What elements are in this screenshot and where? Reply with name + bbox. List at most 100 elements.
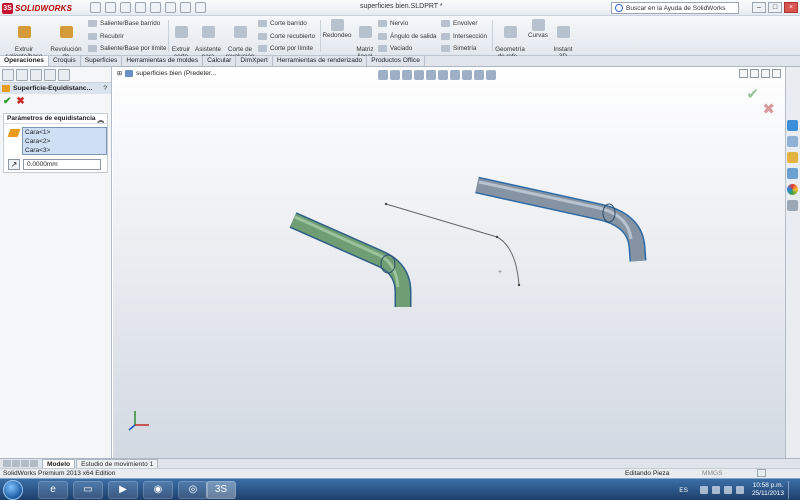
- loft-boss-button[interactable]: Recubrir: [88, 33, 124, 40]
- file-explorer-icon[interactable]: [787, 152, 798, 163]
- minimize-button[interactable]: –: [752, 2, 766, 13]
- confirmation-ok-icon[interactable]: ✔: [746, 85, 759, 103]
- list-item[interactable]: Cara<3>: [23, 146, 106, 155]
- wrap-button[interactable]: Envolver: [441, 20, 478, 27]
- print-icon[interactable]: [135, 2, 146, 13]
- chrome-icon[interactable]: ◎: [178, 481, 208, 499]
- ok-button[interactable]: ✔: [3, 96, 11, 107]
- viewport-restore-icon[interactable]: [750, 69, 759, 78]
- select-icon[interactable]: [165, 2, 176, 13]
- tab-herramientas-de-moldes[interactable]: Herramientas de moldes: [122, 56, 204, 66]
- feature-tree-flyout[interactable]: ⊞ superficies bien (Predeter...: [117, 70, 216, 77]
- mirror-button[interactable]: Simetría: [441, 45, 476, 52]
- model-geometry[interactable]: +: [113, 67, 785, 458]
- file-explorer-taskbar-icon[interactable]: ▭: [73, 481, 103, 499]
- solidworks-resources-icon[interactable]: [787, 120, 798, 131]
- first-tab-icon[interactable]: [3, 460, 11, 467]
- revolve-cut-button[interactable]: Corte de revolución: [224, 19, 256, 60]
- help-search-input[interactable]: Buscar en la Ayuda de SolidWorks: [611, 2, 739, 14]
- face-selection-list[interactable]: Cara<1> Cara<2> Cara<3>: [22, 127, 107, 155]
- open-file-icon[interactable]: [105, 2, 116, 13]
- media-player-icon[interactable]: ▶: [108, 481, 138, 499]
- clock[interactable]: 10:58 p.m. 25/11/2013: [752, 482, 784, 498]
- show-desktop-button[interactable]: [788, 481, 796, 499]
- flag-icon[interactable]: [735, 486, 744, 494]
- app-taskbar-icon[interactable]: ◉: [143, 481, 173, 499]
- options-icon[interactable]: [195, 2, 206, 13]
- internet-explorer-icon[interactable]: e: [38, 481, 68, 499]
- zoom-to-fit-icon[interactable]: [378, 70, 388, 80]
- custom-properties-icon[interactable]: [787, 200, 798, 211]
- viewport-maximize-icon[interactable]: [761, 69, 770, 78]
- network-icon[interactable]: [711, 486, 720, 494]
- property-manager-tab-icon[interactable]: [16, 69, 28, 81]
- section-view-icon[interactable]: [414, 70, 424, 80]
- rebuild-icon[interactable]: [180, 2, 191, 13]
- viewport-minimize-icon[interactable]: [739, 69, 748, 78]
- group-header[interactable]: Parámetros de equidistancia ︽: [4, 114, 107, 124]
- apply-scene-icon[interactable]: [474, 70, 484, 80]
- lofted-cut-button[interactable]: Corte recubierto: [258, 33, 315, 40]
- display-style-icon[interactable]: [438, 70, 448, 80]
- view-orientation-icon[interactable]: [426, 70, 436, 80]
- intersect-button[interactable]: Intersección: [441, 33, 487, 40]
- sketch-point[interactable]: [517, 283, 521, 287]
- zoom-area-icon[interactable]: [390, 70, 400, 80]
- view-settings-icon[interactable]: [486, 70, 496, 80]
- display-manager-tab-icon[interactable]: [58, 69, 70, 81]
- new-file-icon[interactable]: [90, 2, 101, 13]
- draft-button[interactable]: Ángulo de salida: [378, 33, 437, 40]
- tab-herramientas-de-renderizado[interactable]: Herramientas de renderizado: [273, 56, 368, 66]
- view-palette-icon[interactable]: [787, 168, 798, 179]
- unit-system-label[interactable]: MMGS: [702, 469, 723, 478]
- tab-calcular[interactable]: Calcular: [203, 56, 237, 66]
- edit-appearance-icon[interactable]: [462, 70, 472, 80]
- tab-superficies[interactable]: Superficies: [81, 56, 123, 66]
- linear-pattern-button[interactable]: Matriz lineal: [354, 19, 376, 60]
- design-library-icon[interactable]: [787, 136, 798, 147]
- confirmation-cancel-icon[interactable]: ✖: [762, 100, 775, 118]
- sketch-point[interactable]: [384, 202, 388, 206]
- extrude-boss-button[interactable]: Extruir saliente/base: [4, 19, 44, 60]
- reference-geometry-button[interactable]: Geometría de refe...: [494, 19, 526, 60]
- list-item[interactable]: Cara<2>: [23, 137, 106, 146]
- previous-view-icon[interactable]: [402, 70, 412, 80]
- swept-cut-button[interactable]: Corte barrido: [258, 20, 307, 27]
- fillet-button[interactable]: Redondeo: [322, 19, 352, 39]
- help-button[interactable]: ?: [103, 85, 107, 92]
- tab-operaciones[interactable]: Operaciones: [0, 56, 49, 66]
- instant3d-button[interactable]: Instant 3D: [551, 19, 575, 60]
- tray-arrow-icon[interactable]: [699, 486, 708, 494]
- reverse-direction-icon[interactable]: ↗: [8, 159, 20, 170]
- status-help-icon[interactable]: [757, 469, 766, 477]
- configuration-manager-tab-icon[interactable]: [30, 69, 42, 81]
- collapse-icon[interactable]: ︽: [98, 114, 105, 124]
- prev-tab-icon[interactable]: [12, 460, 20, 467]
- dimxpert-manager-tab-icon[interactable]: [44, 69, 56, 81]
- viewport-close-icon[interactable]: [772, 69, 781, 78]
- cancel-button[interactable]: ✖: [16, 96, 24, 107]
- save-icon[interactable]: [120, 2, 131, 13]
- expand-icon[interactable]: ⊞: [117, 70, 122, 77]
- close-button[interactable]: ×: [784, 2, 798, 13]
- shell-button[interactable]: Vaciado: [378, 45, 412, 52]
- undo-icon[interactable]: [150, 2, 161, 13]
- offset-distance-field[interactable]: 0.0000mm: [23, 159, 101, 170]
- appearances-icon[interactable]: [787, 184, 798, 195]
- tab-motion-study[interactable]: Estudio de movimiento 1: [76, 458, 159, 469]
- last-tab-icon[interactable]: [30, 460, 38, 467]
- next-tab-icon[interactable]: [21, 460, 29, 467]
- start-button[interactable]: [3, 480, 23, 500]
- extrude-cut-button[interactable]: Extruir corte: [170, 19, 192, 60]
- app-logo[interactable]: 3S SOLIDWORKS: [2, 2, 72, 14]
- feature-manager-tab-icon[interactable]: [2, 69, 14, 81]
- volume-icon[interactable]: [723, 486, 732, 494]
- sketch-point[interactable]: [495, 235, 499, 239]
- hide-show-items-icon[interactable]: [450, 70, 460, 80]
- swept-boss-button[interactable]: Saliente/Base barrido: [88, 20, 160, 27]
- boundary-cut-button[interactable]: Corte por límite: [258, 45, 313, 52]
- rib-button[interactable]: Nervio: [378, 20, 408, 27]
- tab-productos-office[interactable]: Productos Office: [367, 56, 425, 66]
- graphics-area[interactable]: + ⊞ superficies bien (Predeter... ✔ ✖: [113, 67, 785, 458]
- tab-dimxpert[interactable]: DimXpert: [236, 56, 273, 66]
